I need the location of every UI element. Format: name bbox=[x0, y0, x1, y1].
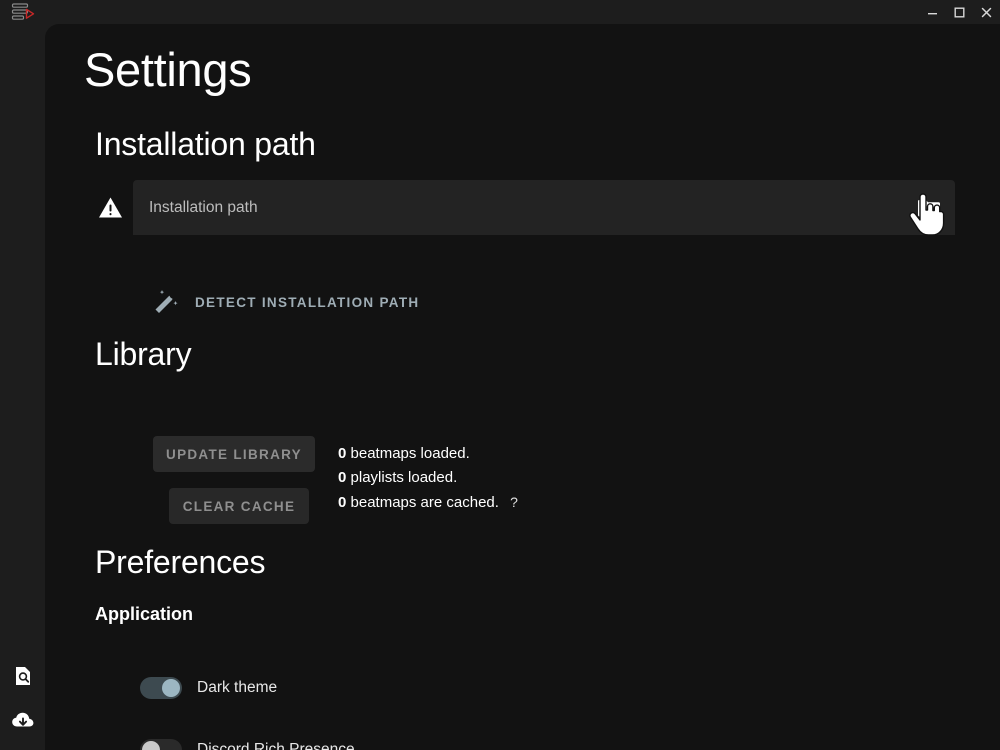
beatmaps-cached-count: 0 bbox=[338, 494, 347, 511]
minimize-icon bbox=[928, 12, 937, 14]
cache-help-icon[interactable]: ? bbox=[510, 490, 518, 514]
toggle-knob bbox=[162, 679, 180, 697]
section-heading-library: Library bbox=[95, 336, 192, 372]
settings-scroll-area[interactable]: Settings Installation path Installation … bbox=[45, 24, 1000, 750]
warning-icon-wrap bbox=[95, 180, 133, 235]
dark-theme-label: Dark theme bbox=[197, 679, 278, 696]
detect-installation-path-label: DETECT INSTALLATION PATH bbox=[195, 294, 420, 310]
library-stat-row: 0 beatmaps loaded. bbox=[338, 442, 518, 466]
folder-icon bbox=[918, 199, 940, 216]
preference-row-dark-theme: Dark theme bbox=[140, 674, 277, 702]
page-title: Settings bbox=[84, 43, 252, 96]
beatmaps-loaded-count: 0 bbox=[338, 445, 347, 462]
app-logo bbox=[0, 0, 45, 24]
installation-path-field[interactable]: Installation path bbox=[133, 180, 955, 235]
app-window: Settings Installation path Installation … bbox=[0, 0, 1000, 750]
dark-theme-toggle[interactable] bbox=[140, 677, 182, 699]
library-stat-row: 0 playlists loaded. bbox=[338, 466, 518, 490]
library-stats: 0 beatmaps loaded. 0 playlists loaded. 0… bbox=[338, 442, 518, 515]
close-icon bbox=[981, 7, 992, 17]
maximize-icon bbox=[954, 7, 965, 18]
library-stat-row: 0 beatmaps are cached. ? bbox=[338, 490, 518, 515]
cloud-download-icon bbox=[11, 712, 33, 727]
window-controls bbox=[919, 0, 1000, 24]
sidebar-item-browse[interactable] bbox=[0, 654, 45, 698]
subsection-heading-application: Application bbox=[95, 604, 193, 624]
discord-rich-presence-label: Discord Rich Presence bbox=[197, 741, 355, 750]
playlist-play-logo-icon bbox=[11, 3, 34, 20]
close-button[interactable] bbox=[973, 0, 1000, 24]
discord-rich-presence-toggle[interactable] bbox=[140, 739, 182, 750]
installation-path-row: Installation path bbox=[95, 180, 955, 235]
magic-wand-icon bbox=[155, 290, 178, 313]
minimize-button[interactable] bbox=[919, 0, 946, 24]
update-library-button[interactable]: UPDATE LIBRARY bbox=[153, 436, 315, 472]
sidebar-item-downloads[interactable] bbox=[0, 698, 45, 742]
beatmaps-loaded-label: beatmaps loaded. bbox=[350, 445, 470, 462]
playlists-loaded-label: playlists loaded. bbox=[350, 469, 458, 486]
browse-folder-button[interactable] bbox=[911, 190, 947, 226]
toggle-knob bbox=[142, 741, 160, 750]
sidebar bbox=[0, 24, 45, 750]
section-heading-installation: Installation path bbox=[95, 126, 316, 162]
playlists-loaded-count: 0 bbox=[338, 469, 347, 486]
library-buttons: UPDATE LIBRARY CLEAR CACHE bbox=[153, 436, 315, 524]
section-heading-preferences: Preferences bbox=[95, 544, 266, 580]
warning-triangle-icon bbox=[99, 197, 122, 218]
beatmaps-cached-label: beatmaps are cached. bbox=[350, 494, 499, 511]
title-bar-drag-region[interactable] bbox=[45, 0, 919, 24]
document-search-icon bbox=[15, 667, 30, 685]
title-bar bbox=[0, 0, 1000, 24]
clear-cache-button[interactable]: CLEAR CACHE bbox=[169, 488, 309, 524]
content-panel: Settings Installation path Installation … bbox=[45, 24, 1000, 750]
maximize-button[interactable] bbox=[946, 0, 973, 24]
preference-row-discord-rich-presence: Discord Rich Presence bbox=[140, 736, 355, 750]
detect-installation-path-button[interactable]: DETECT INSTALLATION PATH bbox=[147, 282, 427, 322]
installation-path-placeholder: Installation path bbox=[149, 198, 258, 216]
